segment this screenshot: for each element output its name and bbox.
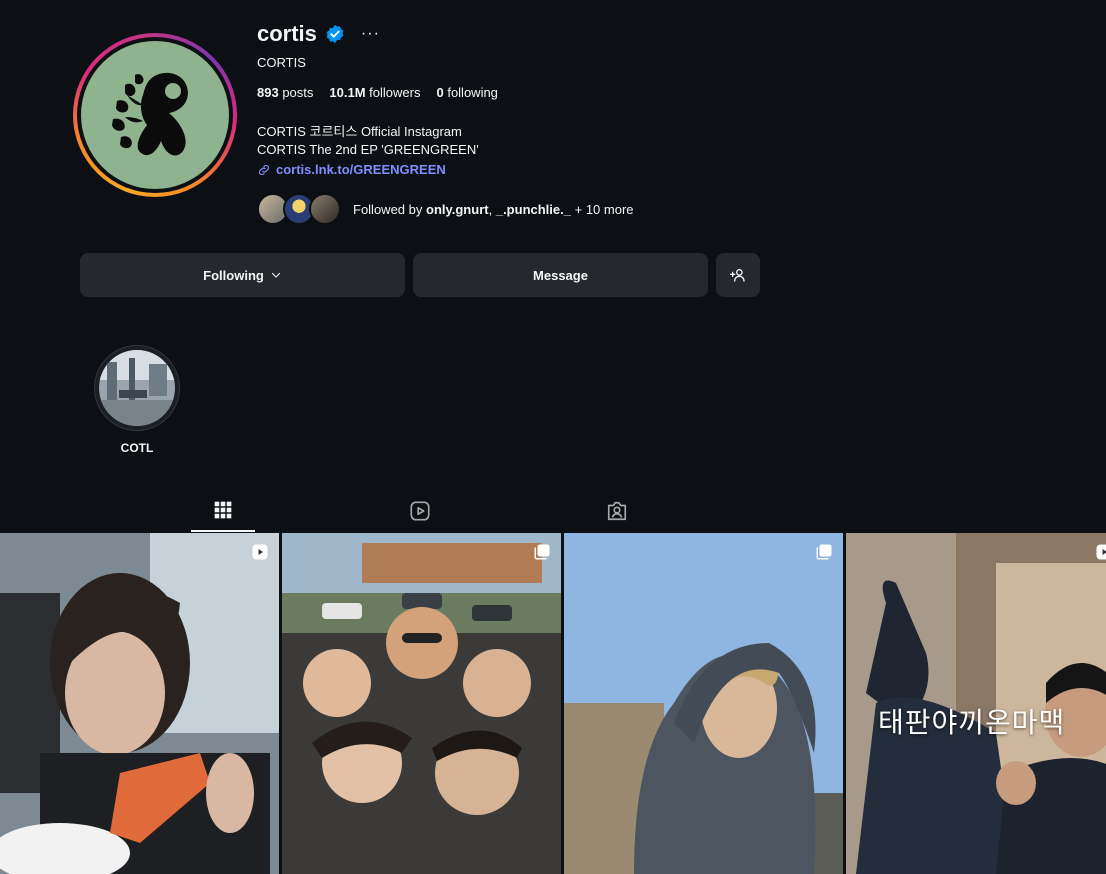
post-image <box>282 533 561 874</box>
post-thumbnail[interactable] <box>564 533 843 874</box>
more-options-icon[interactable]: ··· <box>361 25 380 43</box>
tab-tagged[interactable] <box>585 490 649 532</box>
link-icon <box>258 164 270 175</box>
highlight-label: COTL <box>120 441 154 455</box>
bio-line: CORTIS 코르티스 Official Instagram <box>257 124 462 139</box>
bio: CORTIS 코르티스 Official Instagram CORTIS Th… <box>257 123 479 159</box>
suggest-users-button[interactable] <box>716 253 760 297</box>
followed-by-text: Followed by only.gnurt, _.punchlie._ + 1… <box>353 201 634 217</box>
grid-icon <box>214 501 232 519</box>
bio-link[interactable]: cortis.lnk.to/GREENGREEN <box>257 162 446 177</box>
post-thumbnail[interactable]: 태판야끼온마맥 <box>846 533 1106 874</box>
post-thumbnail[interactable] <box>0 533 279 874</box>
chevron-down-icon <box>271 272 280 278</box>
mutual-follower-avatar <box>309 193 341 225</box>
tab-posts[interactable] <box>191 490 255 532</box>
carousel-icon <box>816 544 832 560</box>
full-name: CORTIS <box>257 55 306 70</box>
post-overlay-text: 태판야끼온마맥 <box>878 706 1066 739</box>
following-link[interactable]: 0 following <box>436 85 497 100</box>
posts-grid: 태판야끼온마맥 <box>0 533 1106 874</box>
following-button[interactable]: Following <box>80 253 405 297</box>
reel-icon <box>252 544 268 560</box>
followed-by[interactable]: Followed by only.gnurt, _.punchlie._ + 1… <box>257 193 634 225</box>
profile-avatar-ring[interactable] <box>73 33 237 197</box>
tab-reels[interactable] <box>388 490 452 532</box>
avatar <box>81 41 229 189</box>
tagged-icon <box>607 501 627 521</box>
profile-tabs <box>0 490 1106 532</box>
cortis-logo-icon <box>112 72 188 156</box>
reels-icon <box>410 501 430 521</box>
message-button[interactable]: Message <box>413 253 708 297</box>
followers-link[interactable]: 10.1M followers <box>329 85 420 100</box>
username: cortis <box>257 21 317 46</box>
post-image <box>564 533 843 874</box>
post-image <box>0 533 279 874</box>
reel-icon <box>1096 544 1106 560</box>
carousel-icon <box>534 544 550 560</box>
verified-badge-icon <box>326 24 344 44</box>
bio-line: CORTIS The 2nd EP 'GREENGREEN' <box>257 142 479 157</box>
highlight-cover-image <box>99 350 175 426</box>
profile-stats: 893 posts 10.1M followers 0 following <box>257 85 498 100</box>
posts-count: 893 posts <box>257 85 314 100</box>
add-person-icon <box>730 269 745 282</box>
post-thumbnail[interactable] <box>282 533 561 874</box>
story-highlight[interactable]: COTL <box>94 345 180 455</box>
